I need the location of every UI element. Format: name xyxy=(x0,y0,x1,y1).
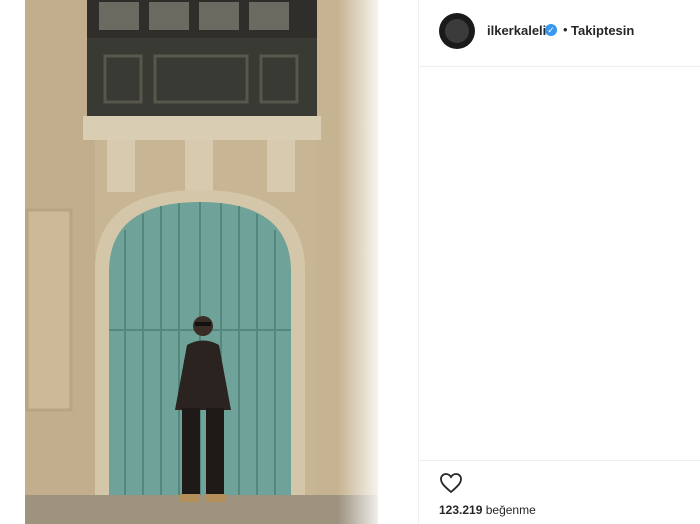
post-header: ilkerkaleli ✓ • Takiptesin xyxy=(419,0,700,67)
post-actions: 123.219 beğenme xyxy=(419,460,700,517)
avatar[interactable] xyxy=(439,13,475,49)
verified-badge-icon: ✓ xyxy=(545,24,557,36)
like-label: beğenme xyxy=(485,503,536,517)
photo-illustration xyxy=(25,0,378,524)
post-photo-area xyxy=(0,0,418,524)
follow-status-button[interactable]: Takiptesin xyxy=(571,23,634,38)
post-sidebar: ilkerkaleli ✓ • Takiptesin 123.219 beğen… xyxy=(418,0,700,524)
post-photo[interactable] xyxy=(25,0,378,524)
separator-dot: • xyxy=(563,22,568,37)
like-count-text[interactable]: 123.219 beğenme xyxy=(439,503,536,517)
like-count: 123.219 xyxy=(439,503,483,517)
heart-icon[interactable] xyxy=(439,471,463,495)
username-link[interactable]: ilkerkaleli xyxy=(487,23,546,38)
photo-edge-fade xyxy=(338,0,378,524)
